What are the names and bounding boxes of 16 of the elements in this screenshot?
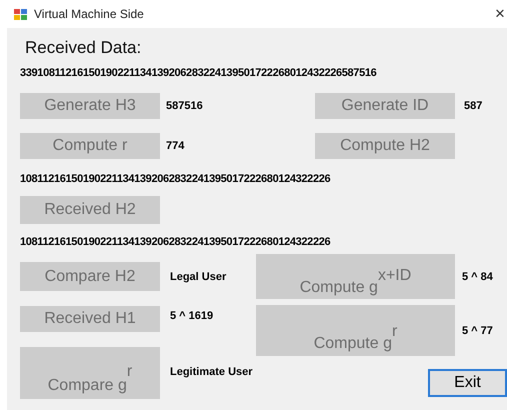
result-value: 5 ^ 77 bbox=[461, 324, 493, 336]
result-value: 5 ^ 1619 bbox=[169, 310, 214, 322]
app-icon bbox=[14, 8, 27, 20]
result-value: 5 ^ 84 bbox=[461, 270, 493, 282]
exit-button[interactable]: Exit bbox=[428, 369, 507, 397]
result-value: Legal User bbox=[169, 270, 226, 282]
computed-h2-value: 108112161501902211341392062832241395017222680124322226 bbox=[20, 173, 332, 185]
result-value: 587516 bbox=[165, 100, 204, 112]
window-title: Virtual Machine Side bbox=[34, 7, 144, 21]
received-data-heading: Received Data: bbox=[25, 38, 142, 58]
received-data-value: 33910811216150190221134139206283224139501722268012432226587516 bbox=[20, 67, 378, 79]
received-h2-value: 108112161501902211341392062832241395017222680124322226 bbox=[20, 236, 332, 248]
result-value: 587 bbox=[464, 100, 482, 112]
close-button[interactable]: × bbox=[495, 4, 507, 24]
result-value: 774 bbox=[165, 140, 186, 152]
result-value: Legitimate User bbox=[169, 366, 253, 378]
